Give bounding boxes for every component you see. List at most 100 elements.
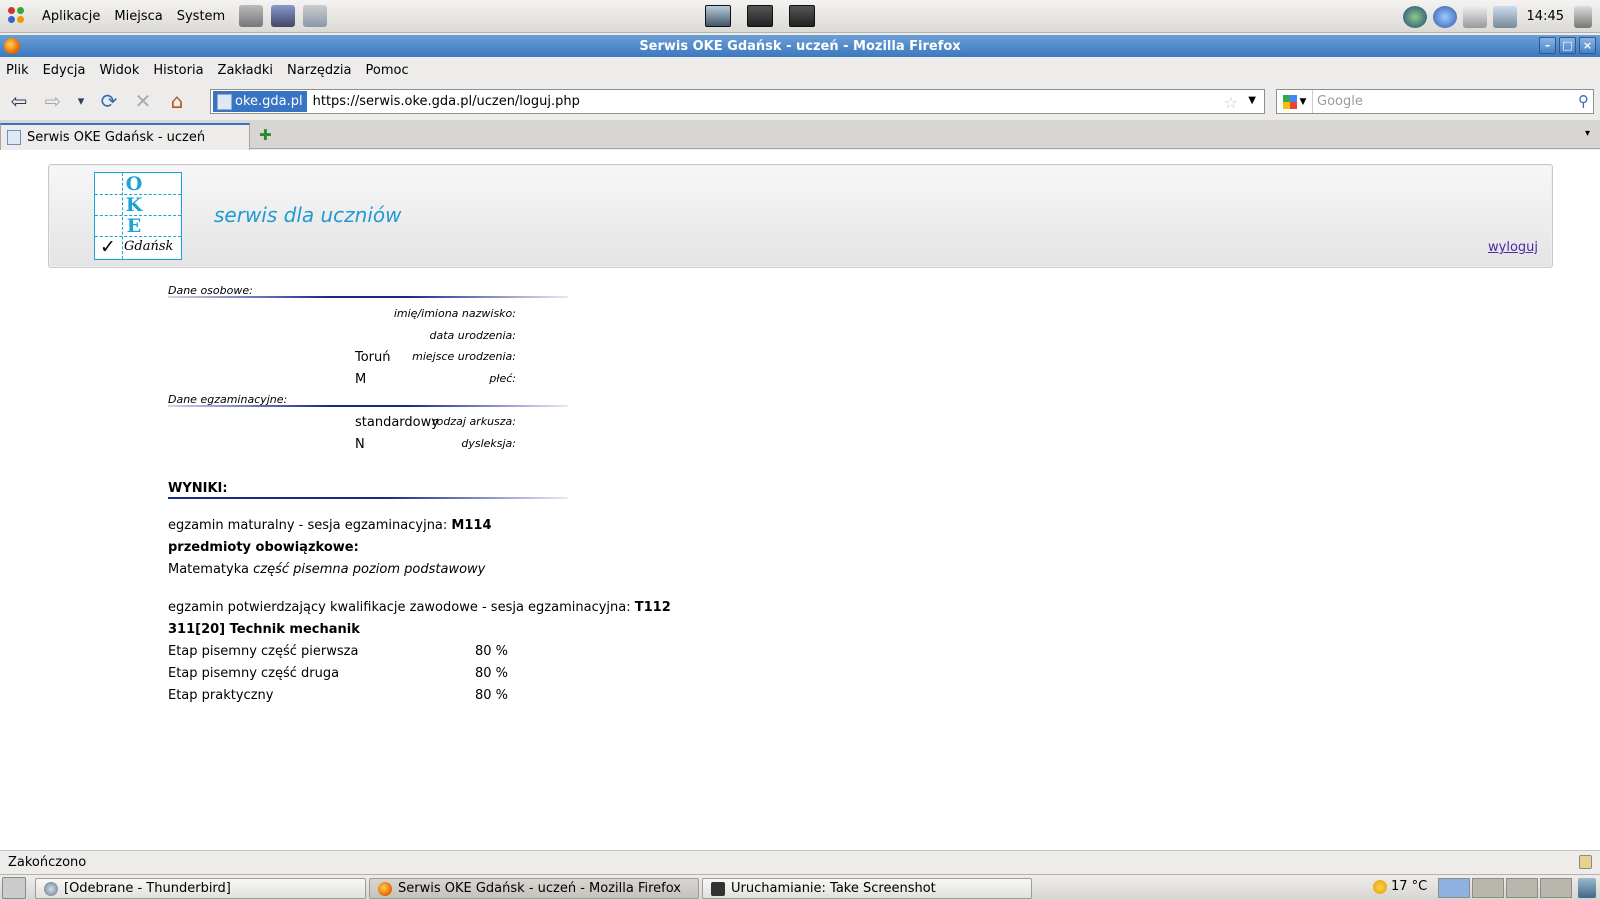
system-tray: 14:45: [1402, 0, 1600, 33]
terminal-launcher-icon-2[interactable]: [789, 5, 815, 27]
task-screenshot[interactable]: Uruchamianie: Take Screenshot: [702, 878, 1032, 899]
matura-session-label: egzamin maturalny - sesja egzaminacyjna:: [168, 518, 452, 533]
menu-narzedzia[interactable]: Narzędzia: [287, 63, 352, 78]
remote-desktop-launcher-icon[interactable]: [705, 5, 731, 27]
window-titlebar[interactable]: Serwis OKE Gdańsk - uczeń - Mozilla Fire…: [0, 35, 1600, 57]
history-dropdown-button[interactable]: ▾: [72, 86, 90, 116]
workspace-1[interactable]: [1438, 878, 1470, 898]
field-value: M: [355, 372, 367, 387]
url-text[interactable]: https://serwis.oke.gda.pl/uczen/loguj.ph…: [313, 94, 580, 109]
vocational-session-label: egzamin potwierdzający kwalifikacje zawo…: [168, 600, 635, 615]
site-header: O K E ✓ Gdańsk serwis dla uczniów wylogu…: [48, 164, 1553, 268]
menu-zakladki[interactable]: Zakładki: [218, 63, 273, 78]
reload-button[interactable]: ⟳: [94, 86, 124, 116]
google-icon: [1282, 94, 1297, 109]
logo-letter-o: O: [125, 173, 143, 195]
workspace-4[interactable]: [1540, 878, 1572, 898]
terminal-launcher-icon[interactable]: [747, 5, 773, 27]
subject-line: Matematyka część pisemna poziom podstawo…: [168, 562, 485, 577]
workspace-3[interactable]: [1506, 878, 1538, 898]
center-launchers: [705, 5, 815, 27]
site-identity-button[interactable]: oke.gda.pl: [213, 91, 307, 112]
exam-data-heading: Dane egzaminacyjne:: [168, 393, 568, 407]
field-value: Toruń: [355, 350, 391, 365]
matura-session-code: M114: [451, 518, 492, 533]
menu-aplikacje[interactable]: Aplikacje: [42, 9, 100, 24]
tab-serwis-oke[interactable]: Serwis OKE Gdańsk - uczeń: [0, 123, 250, 150]
network-manager-icon[interactable]: [1462, 5, 1487, 28]
clock[interactable]: 14:45: [1527, 9, 1564, 24]
workspace-2[interactable]: [1472, 878, 1504, 898]
result-row: Etap pisemny część druga 80 %: [168, 666, 568, 681]
profession-heading: 311[20] Technik mechanik: [168, 622, 360, 637]
task-label: Serwis OKE Gdańsk - uczeń - Mozilla Fire…: [398, 881, 681, 896]
thunderbird-icon: [44, 881, 58, 896]
close-button[interactable]: ×: [1579, 37, 1596, 54]
padlock-icon[interactable]: [1579, 855, 1592, 869]
url-dropdown-icon[interactable]: ▼: [1248, 95, 1256, 106]
url-bar[interactable]: oke.gda.pl https://serwis.oke.gda.pl/ucz…: [210, 89, 1265, 114]
network-globe-icon[interactable]: [1402, 5, 1427, 28]
show-desktop-icon[interactable]: [2, 876, 26, 899]
menu-system[interactable]: System: [177, 9, 225, 24]
new-tab-button[interactable]: ✚: [259, 126, 272, 144]
search-input[interactable]: [1317, 94, 1567, 109]
weather-applet[interactable]: 17 °C: [1373, 879, 1427, 894]
mandatory-subjects-heading: przedmioty obowiązkowe:: [168, 540, 359, 555]
stop-button[interactable]: ✕: [128, 86, 158, 116]
search-engine-selector[interactable]: ▼: [1277, 90, 1313, 113]
education-launcher-icon[interactable]: [303, 5, 328, 27]
back-button[interactable]: ⇦: [4, 86, 34, 116]
menu-miejsca[interactable]: Miejsca: [114, 9, 162, 24]
vocational-session-code: T112: [634, 600, 671, 615]
field-dyslexia: dysleksja: N: [168, 437, 768, 455]
firefox-icon[interactable]: [4, 38, 20, 54]
subject-detail: część pisemna poziom podstawowy: [253, 562, 486, 577]
result-row: Etap praktyczny 80 %: [168, 688, 568, 703]
menu-pomoc[interactable]: Pomoc: [366, 63, 409, 78]
firefox-icon: [378, 881, 392, 896]
forward-button[interactable]: ⇨: [38, 86, 68, 116]
minimize-button[interactable]: –: [1539, 37, 1556, 54]
task-firefox[interactable]: Serwis OKE Gdańsk - uczeń - Mozilla Fire…: [369, 878, 699, 899]
task-thunderbird[interactable]: [Odebrane - Thunderbird]: [35, 878, 366, 899]
subject-name: Matematyka: [168, 562, 249, 577]
checkmark-icon: ✓: [100, 236, 116, 258]
image-viewer-launcher-icon[interactable]: [271, 5, 296, 27]
logo-letter-k: K: [125, 194, 143, 216]
field-label: imię/imiona nazwisko:: [393, 307, 516, 320]
field-label: miejsce urodzenia:: [412, 350, 516, 363]
maximize-button[interactable]: □: [1559, 37, 1576, 54]
oke-logo[interactable]: O K E ✓ Gdańsk: [94, 172, 182, 260]
page-favicon-icon: [7, 130, 21, 145]
search-bar[interactable]: ▼ ⚲: [1276, 89, 1594, 114]
section-rule: [168, 497, 568, 499]
menu-historia[interactable]: Historia: [153, 63, 203, 78]
tab-list-button[interactable]: ▾: [1585, 128, 1590, 139]
trash-icon[interactable]: [1578, 878, 1596, 898]
stage-score: 80 %: [475, 688, 509, 703]
field-label: płeć:: [489, 372, 516, 385]
volume-icon[interactable]: [1574, 5, 1592, 28]
devices-icon[interactable]: [1492, 5, 1517, 28]
task-label: Uruchamianie: Take Screenshot: [731, 881, 936, 896]
weather-sun-icon: [1373, 879, 1387, 894]
logout-link[interactable]: wyloguj: [1488, 240, 1538, 255]
panel-launchers: [239, 5, 328, 27]
field-gender: płeć: M: [168, 372, 768, 390]
menu-plik[interactable]: Plik: [6, 63, 29, 78]
menu-edycja[interactable]: Edycja: [43, 63, 86, 78]
scanner-launcher-icon[interactable]: [239, 5, 264, 27]
search-magnifier-icon[interactable]: ⚲: [1578, 92, 1589, 110]
menu-widok[interactable]: Widok: [99, 63, 139, 78]
camera-icon: [711, 881, 725, 896]
thunderbird-tray-icon[interactable]: [1432, 5, 1457, 28]
results-heading-text: WYNIKI:: [168, 481, 228, 496]
home-button[interactable]: ⌂: [162, 86, 192, 116]
field-sheet-type: rodzaj arkusza: standardowy: [168, 415, 768, 433]
chevron-down-icon: ▼: [1299, 96, 1307, 107]
logo-letter-e: E: [126, 215, 142, 237]
bookmark-star-icon[interactable]: ☆: [1224, 93, 1238, 112]
vocational-session-line: egzamin potwierdzający kwalifikacje zawo…: [168, 600, 671, 615]
workspace-switcher: [1438, 878, 1572, 898]
